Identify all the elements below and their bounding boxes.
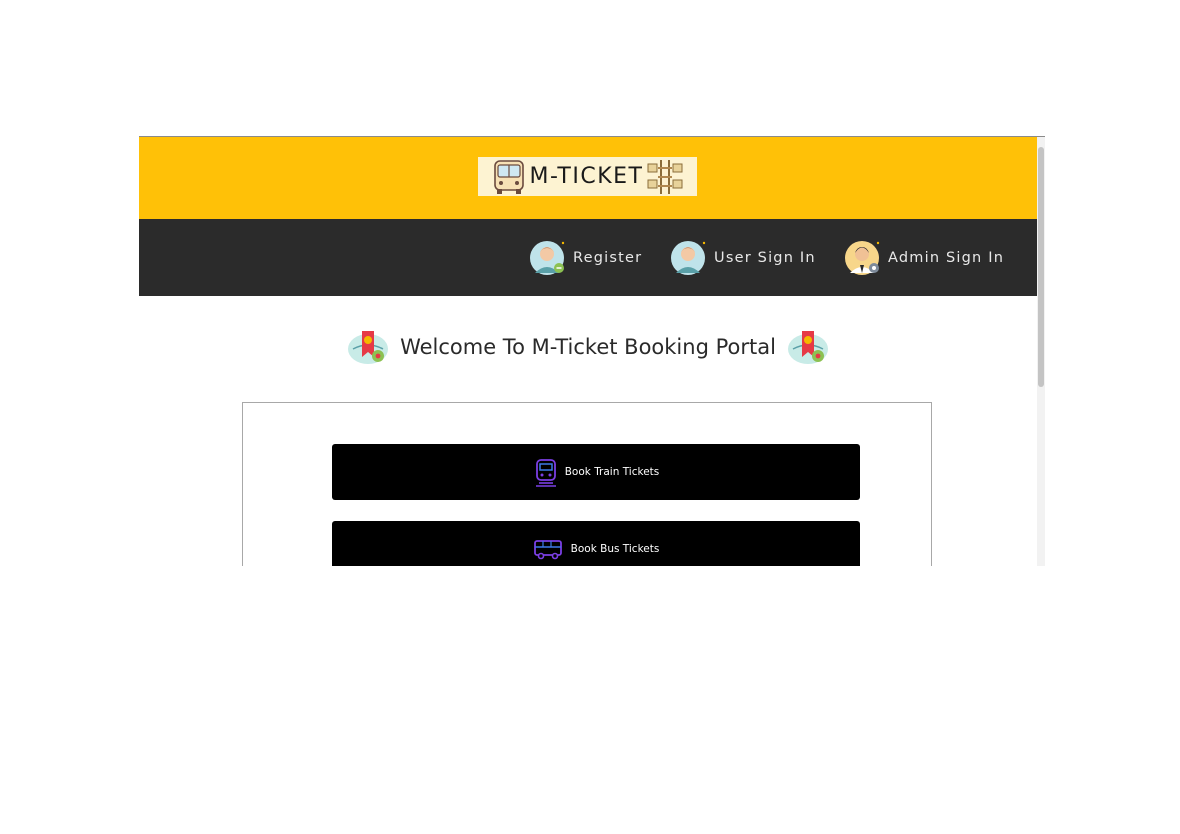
page-title: Welcome To M-Ticket Booking Portal: [400, 335, 776, 359]
nav-admin-sign-in[interactable]: Admin Sign In: [844, 238, 1004, 278]
nav-user-sign-in[interactable]: User Sign In: [670, 238, 816, 278]
ticket-badge-icon: [787, 331, 828, 364]
site-logo[interactable]: M-TICKET: [478, 157, 697, 196]
bus-icon: [533, 540, 562, 560]
admin-avatar-icon: [845, 241, 880, 275]
book-bus-label: Book Bus Tickets: [570, 543, 660, 555]
book-train-button[interactable]: Book Train Tickets: [332, 444, 860, 500]
vertical-scrollbar[interactable]: [1037, 137, 1045, 566]
user-avatar-icon: [671, 241, 706, 275]
logo-text: M-TICKET: [529, 164, 644, 189]
book-train-label: Book Train Tickets: [564, 466, 660, 478]
railway-track-icon: [647, 159, 683, 194]
top-nav: Register User Sign In Admin Sign In: [139, 219, 1037, 296]
user-register-avatar-icon: [530, 241, 565, 275]
book-bus-button[interactable]: Book Bus Tickets: [332, 521, 860, 566]
train-icon: [535, 459, 556, 487]
header-bar: M-TICKET: [139, 137, 1037, 219]
booking-options-card: Book Train Tickets Book Bus Tickets: [242, 402, 932, 566]
bus-icon: [493, 159, 524, 194]
scrollbar-thumb[interactable]: [1038, 147, 1044, 387]
welcome-heading: Welcome To M-Ticket Booking Portal: [139, 325, 1037, 369]
ticket-badge-icon: [348, 331, 389, 364]
browser-viewport: M-TICKET Register User Sign In Admin Sig…: [139, 136, 1045, 566]
nav-user-sign-in-label: User Sign In: [714, 250, 816, 266]
nav-admin-sign-in-label: Admin Sign In: [888, 250, 1005, 266]
nav-register[interactable]: Register: [529, 238, 642, 278]
nav-register-label: Register: [573, 250, 643, 266]
